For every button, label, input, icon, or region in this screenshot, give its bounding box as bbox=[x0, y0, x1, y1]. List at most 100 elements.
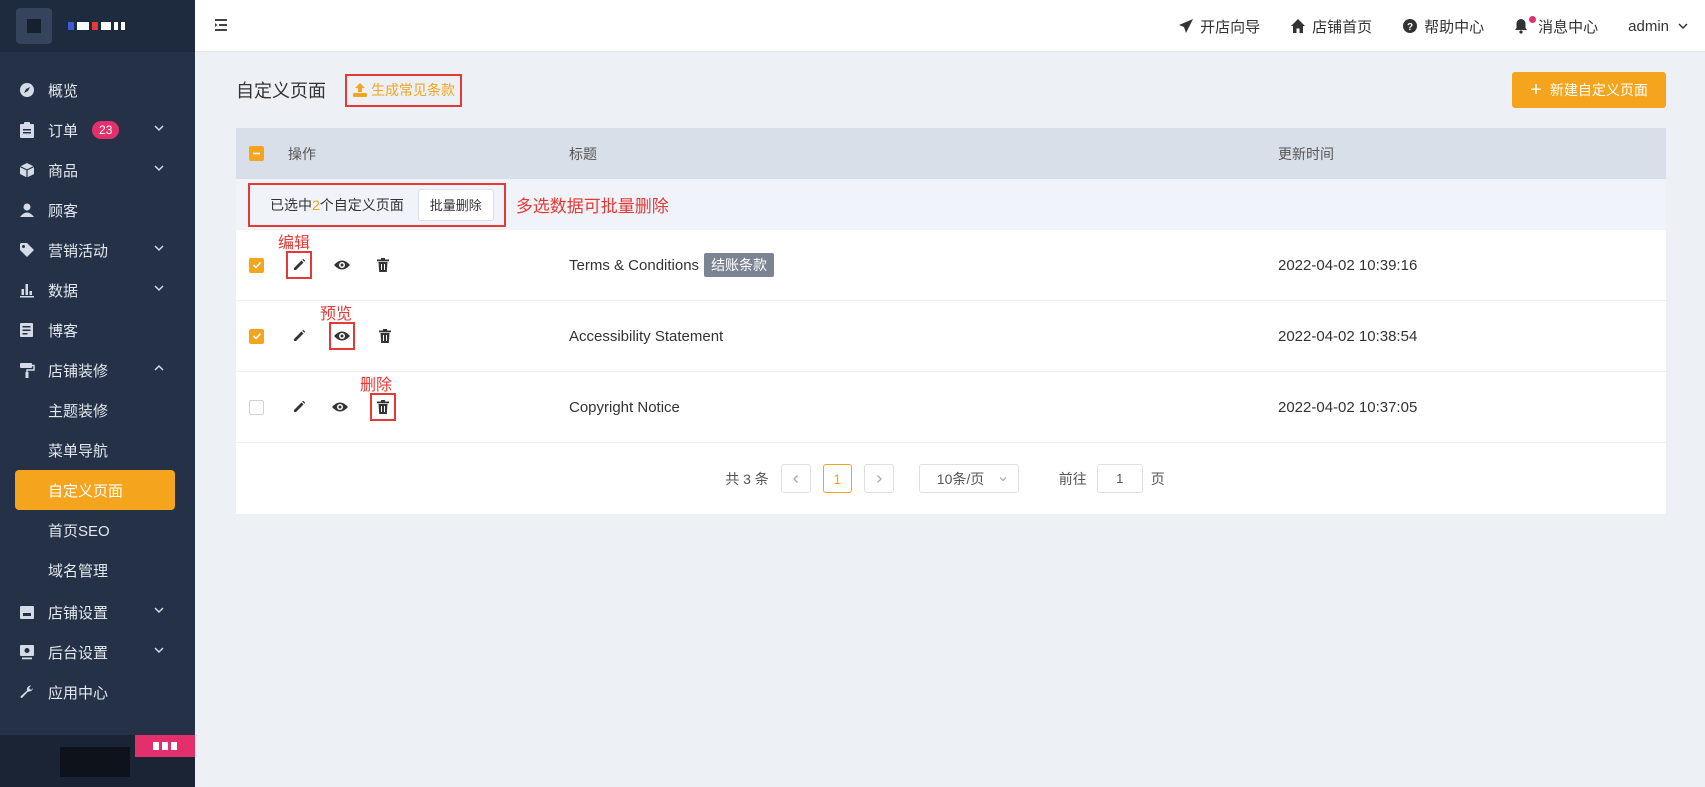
preview-annotation: 预览 bbox=[320, 304, 353, 323]
custom-pages-table: 操作 标题 更新时间 已选中 2 个自定义页面 批量删除 多选数据可批量删除 编… bbox=[236, 128, 1666, 514]
sidebar: 概览 订单 23 商品 顾客 营销活动 数据 博客 店铺装修 主题装修 菜单导航… bbox=[0, 0, 195, 787]
chevron-down-icon bbox=[1678, 23, 1688, 30]
chevron-up-icon bbox=[154, 364, 164, 371]
sidebar-menu: 概览 订单 23 商品 顾客 营销活动 数据 博客 店铺装修 主题装修 菜单导航… bbox=[0, 52, 195, 712]
sidebar-item-admin-settings[interactable]: 后台设置 bbox=[0, 632, 195, 672]
checkout-terms-tag: 结账条款 bbox=[704, 253, 775, 277]
next-page-button[interactable] bbox=[863, 464, 894, 493]
column-header-actions: 操作 bbox=[288, 145, 316, 162]
user-menu[interactable]: admin bbox=[1628, 18, 1689, 35]
bell-icon bbox=[1515, 19, 1528, 34]
brand-name-redacted bbox=[68, 22, 125, 30]
sidebar-subitem-home-seo[interactable]: 首页SEO bbox=[0, 510, 195, 550]
help-circle-icon: ? bbox=[1403, 19, 1418, 33]
updated-time-cell: 2022-04-02 10:37:05 bbox=[1278, 398, 1418, 416]
chevron-left-icon bbox=[792, 474, 798, 483]
sidebar-footer bbox=[0, 735, 195, 787]
sidebar-subitem-theme[interactable]: 主题装修 bbox=[0, 390, 195, 430]
bulk-delete-button[interactable]: 批量删除 bbox=[417, 188, 494, 221]
chevron-down-icon bbox=[154, 607, 164, 614]
chevron-down-icon bbox=[154, 125, 164, 132]
paper-plane-icon bbox=[1179, 19, 1194, 33]
monitor-icon bbox=[18, 643, 36, 661]
sidebar-subitem-domain[interactable]: 域名管理 bbox=[0, 550, 195, 590]
selected-count: 2 bbox=[312, 196, 320, 213]
svg-text:?: ? bbox=[1407, 22, 1413, 33]
help-center-link[interactable]: ? 帮助中心 bbox=[1402, 16, 1484, 37]
select-all-checkbox[interactable] bbox=[249, 146, 264, 161]
page-number-button[interactable]: 1 bbox=[822, 464, 852, 493]
table-header: 操作 标题 更新时间 bbox=[236, 128, 1666, 179]
row-checkbox[interactable] bbox=[249, 328, 264, 344]
footer-badge-redacted bbox=[135, 735, 195, 757]
sidebar-item-blog[interactable]: 博客 bbox=[0, 310, 195, 350]
sidebar-item-orders[interactable]: 订单 23 bbox=[0, 110, 195, 150]
sidebar-item-products[interactable]: 商品 bbox=[0, 150, 195, 190]
row-checkbox[interactable] bbox=[249, 257, 264, 273]
sidebar-item-label: 顾客 bbox=[48, 202, 79, 220]
selected-suffix: 个自定义页面 bbox=[319, 196, 404, 213]
page-title: 自定义页面 bbox=[236, 81, 326, 101]
delete-icon[interactable] bbox=[372, 254, 394, 276]
sidebar-item-customers[interactable]: 顾客 bbox=[0, 190, 195, 230]
edit-icon[interactable] bbox=[288, 396, 310, 418]
sidebar-item-app-center[interactable]: 应用中心 bbox=[0, 672, 195, 712]
sidebar-item-label: 后台设置 bbox=[48, 644, 109, 662]
new-custom-page-button[interactable]: + 新建自定义页面 bbox=[1512, 72, 1666, 108]
home-icon bbox=[1291, 19, 1306, 33]
row-checkbox[interactable] bbox=[249, 399, 264, 415]
page-title-cell: Terms & Conditions bbox=[569, 257, 700, 274]
store-home-link[interactable]: 店铺首页 bbox=[1290, 16, 1372, 37]
sidebar-item-label: 应用中心 bbox=[48, 684, 109, 702]
store-icon bbox=[18, 603, 36, 621]
total-count: 共 3 条 bbox=[725, 470, 769, 487]
prev-page-button[interactable] bbox=[780, 464, 811, 493]
notification-dot bbox=[1529, 16, 1537, 23]
edit-icon[interactable] bbox=[288, 325, 310, 347]
sidebar-item-store-settings[interactable]: 店铺设置 bbox=[0, 592, 195, 632]
bulk-action-bar: 已选中 2 个自定义页面 批量删除 多选数据可批量删除 bbox=[236, 179, 1666, 230]
sidebar-item-overview[interactable]: 概览 bbox=[0, 70, 195, 110]
new-custom-page-label: 新建自定义页面 bbox=[1549, 82, 1648, 98]
page-size-select[interactable]: 10条/页 bbox=[918, 464, 1019, 493]
paint-roller-icon bbox=[18, 361, 36, 379]
table-row: 编辑 Terms & Conditions 结账条款 2022-04-02 10:… bbox=[236, 230, 1666, 301]
setup-guide-link[interactable]: 开店向导 bbox=[1178, 16, 1260, 37]
sidebar-item-data[interactable]: 数据 bbox=[0, 270, 195, 310]
sidebar-item-marketing[interactable]: 营销活动 bbox=[0, 230, 195, 270]
sidebar-item-store-design[interactable]: 店铺装修 bbox=[0, 350, 195, 390]
goto-label: 前往 bbox=[1058, 470, 1087, 487]
message-center-link[interactable]: 消息中心 bbox=[1514, 16, 1598, 37]
edit-icon[interactable] bbox=[286, 251, 312, 279]
tag-icon bbox=[18, 241, 36, 259]
page-header: 自定义页面 生成常见条款 + 新建自定义页面 bbox=[236, 52, 1666, 128]
sidebar-subitem-menu-nav[interactable]: 菜单导航 bbox=[0, 430, 195, 470]
preview-icon[interactable] bbox=[329, 396, 351, 418]
delete-icon[interactable] bbox=[370, 393, 396, 421]
preview-icon[interactable] bbox=[329, 322, 355, 350]
bulk-selection-box: 已选中 2 个自定义页面 批量删除 bbox=[248, 182, 506, 227]
page-title-cell: Accessibility Statement bbox=[569, 327, 724, 345]
clipboard-icon bbox=[18, 121, 36, 139]
sidebar-item-label: 店铺设置 bbox=[48, 604, 109, 622]
blog-icon bbox=[18, 321, 36, 339]
generate-terms-label: 生成常见条款 bbox=[371, 82, 455, 98]
sidebar-item-label: 数据 bbox=[48, 282, 79, 300]
brand[interactable] bbox=[0, 0, 195, 52]
top-links: 开店向导 店铺首页 ? 帮助中心 消息中心 admin bbox=[1178, 0, 1705, 52]
sidebar-item-label: 营销活动 bbox=[48, 242, 109, 260]
sidebar-item-label: 博客 bbox=[48, 322, 79, 340]
delete-icon[interactable] bbox=[374, 325, 396, 347]
footer-logo-redacted bbox=[60, 747, 130, 777]
chevron-down-icon bbox=[999, 476, 1007, 481]
delete-annotation: 删除 bbox=[360, 375, 393, 394]
preview-icon[interactable] bbox=[331, 254, 353, 276]
sidebar-item-label: 概览 bbox=[48, 82, 79, 100]
page-title-cell: Copyright Notice bbox=[569, 398, 680, 416]
goto-page-input[interactable] bbox=[1096, 464, 1143, 493]
sidebar-item-label: 订单 bbox=[48, 122, 79, 140]
generate-terms-button[interactable]: 生成常见条款 bbox=[345, 73, 462, 107]
menu-toggle-icon[interactable] bbox=[213, 16, 231, 34]
chevron-down-icon bbox=[154, 285, 164, 292]
sidebar-subitem-custom-pages[interactable]: 自定义页面 bbox=[15, 470, 175, 510]
